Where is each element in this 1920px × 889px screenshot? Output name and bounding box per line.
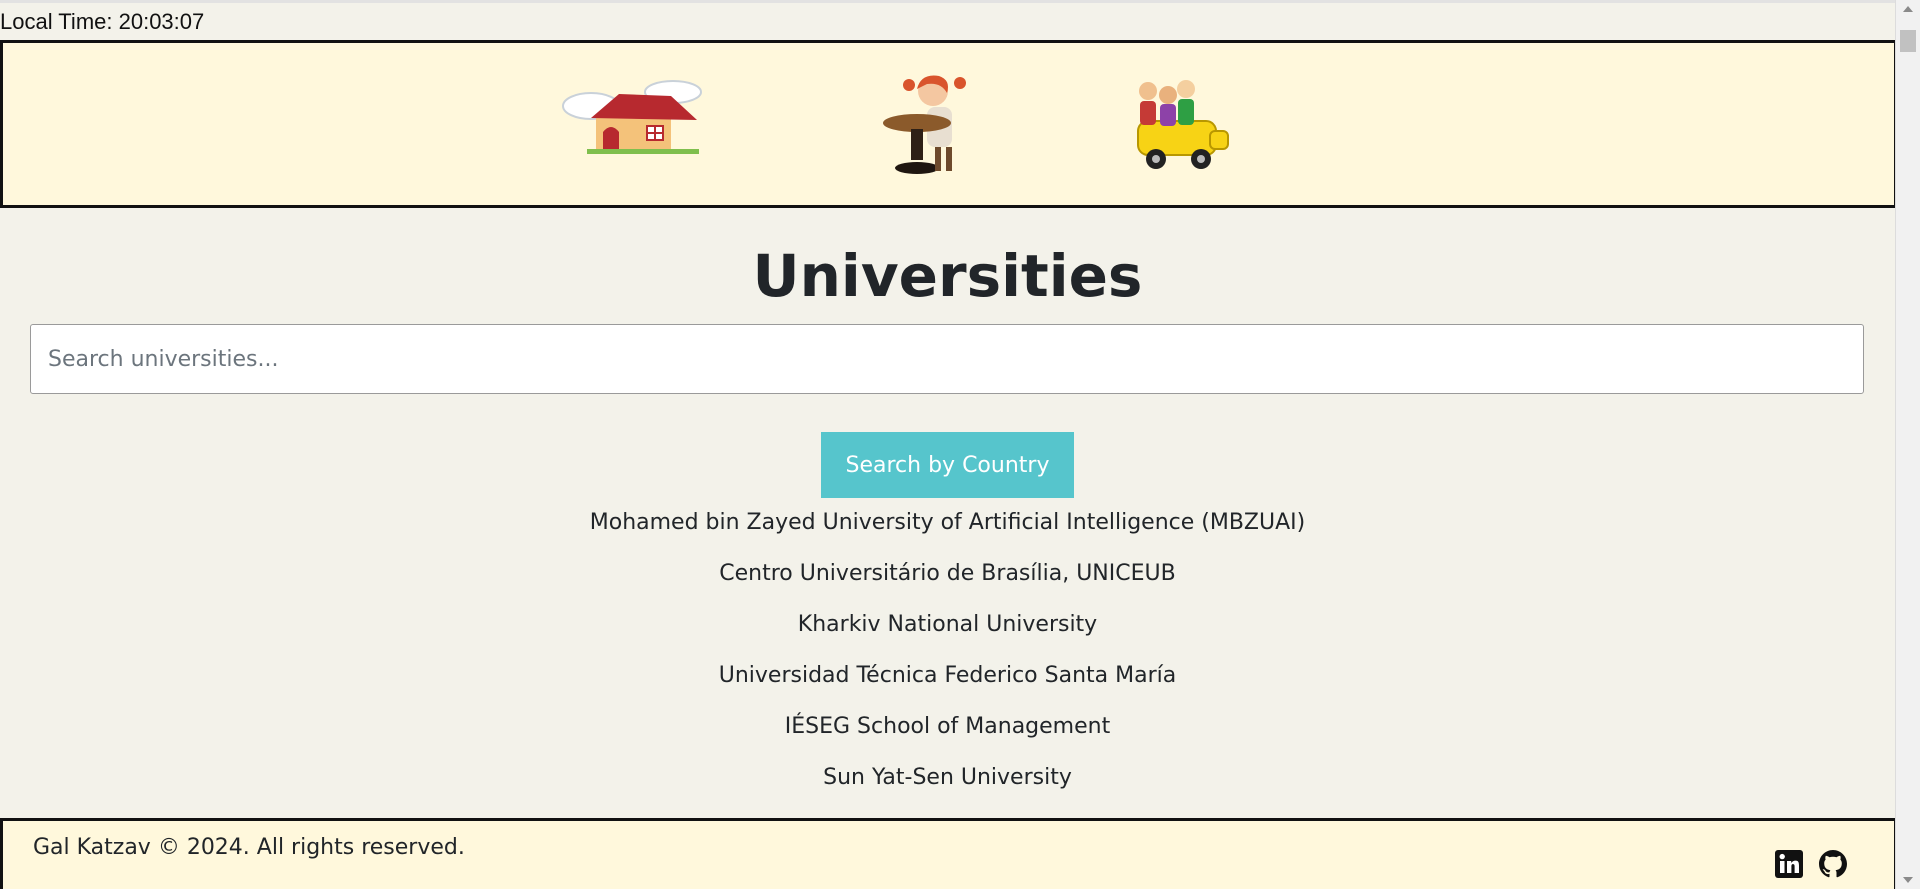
footer: Gal Katzav © 2024. All rights reserved. xyxy=(0,818,1897,889)
scroll-down-arrow-icon[interactable] xyxy=(1903,877,1913,883)
university-item: Universidad Técnica Federico Santa María xyxy=(718,663,1177,688)
top-divider xyxy=(0,0,1895,3)
school-bus-kids-illustration-icon xyxy=(1137,80,1229,169)
search-by-country-button[interactable]: Search by Country xyxy=(821,432,1074,498)
university-item: IÉSEG School of Management xyxy=(784,714,1111,739)
house-illustration-icon xyxy=(562,80,702,154)
local-time-display: Local Time: 20:03:07 xyxy=(0,9,205,34)
footer-copyright: Gal Katzav © 2024. All rights reserved. xyxy=(33,835,465,860)
university-item: Mohamed bin Zayed University of Artifici… xyxy=(589,510,1306,535)
header-banner xyxy=(0,40,1897,208)
university-item: Centro Universitário de Brasília, UNICEU… xyxy=(719,561,1176,586)
university-list: Mohamed bin Zayed University of Artifici… xyxy=(0,505,1895,811)
page-title: Universities xyxy=(752,242,1143,310)
linkedin-icon[interactable] xyxy=(1774,849,1804,879)
girl-at-desk-illustration-icon xyxy=(883,75,966,174)
scrollbar-thumb[interactable] xyxy=(1900,30,1916,52)
page: Local Time: 20:03:07 Universities Search… xyxy=(0,0,1920,889)
github-icon[interactable] xyxy=(1818,849,1848,879)
scroll-up-arrow-icon[interactable] xyxy=(1903,6,1913,12)
university-item: Kharkiv National University xyxy=(797,612,1098,637)
university-item: Sun Yat-Sen University xyxy=(823,765,1072,790)
vertical-scrollbar[interactable] xyxy=(1895,0,1920,889)
search-input[interactable] xyxy=(30,324,1864,394)
